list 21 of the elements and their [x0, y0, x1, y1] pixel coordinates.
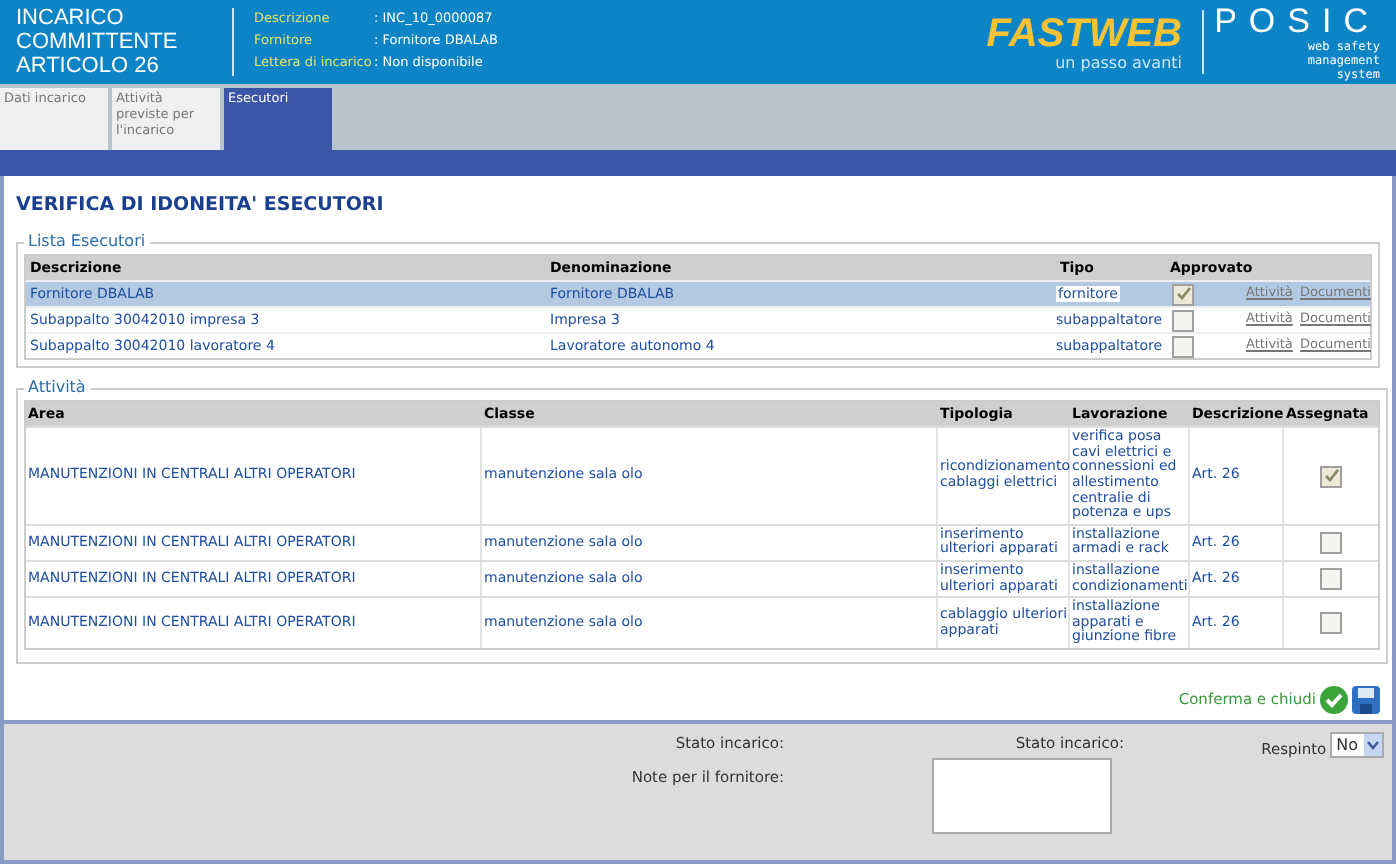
checkbox[interactable] — [1172, 309, 1194, 332]
panel-legend: Lista Esecutori — [24, 230, 150, 255]
brand-tagline: un passo avanti — [1055, 53, 1182, 71]
page-title: INCARICO COMMITTENTE ARTICOLO 26 — [16, 6, 180, 78]
save-icon[interactable] — [1352, 686, 1380, 714]
notes-field[interactable] — [932, 758, 1112, 835]
checkmark-icon[interactable] — [1320, 686, 1348, 714]
caret-icon — [1364, 734, 1382, 756]
section-heading: VERIFICA DI IDONEITA' ESECUTORI — [16, 192, 386, 220]
checkmark-icon — [1323, 468, 1339, 485]
panel-legend: Attività — [24, 376, 90, 401]
checkbox[interactable] — [1320, 531, 1342, 554]
respinto-select[interactable]: No — [1330, 732, 1384, 758]
brand-logo: FASTWEB — [986, 13, 1182, 53]
checkmark-icon — [1175, 286, 1191, 303]
checkbox[interactable] — [1320, 465, 1342, 488]
checkbox[interactable] — [1172, 283, 1194, 306]
product-logo: POSIC — [1214, 3, 1380, 39]
checkbox[interactable] — [1172, 335, 1194, 358]
checkbox[interactable] — [1320, 568, 1342, 591]
checkbox[interactable] — [1320, 612, 1342, 635]
